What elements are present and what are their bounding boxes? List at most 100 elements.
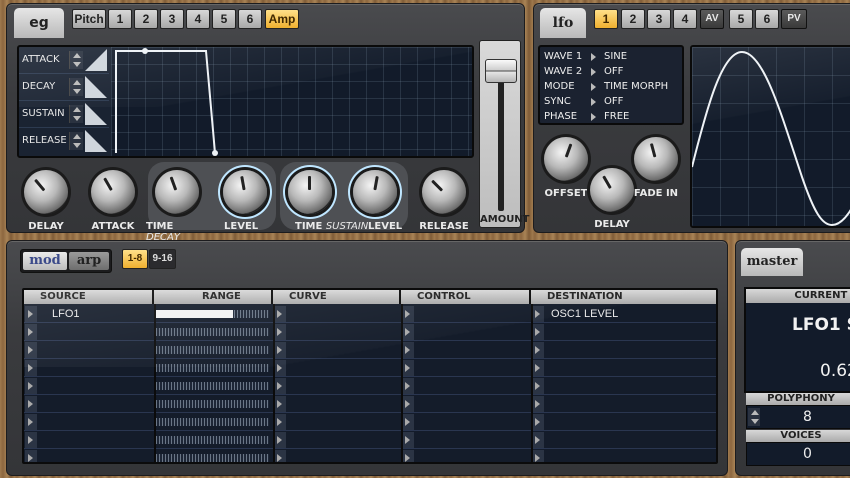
chevron-right-icon[interactable]	[532, 450, 544, 462]
chevron-right-icon[interactable]	[589, 66, 599, 78]
lfo-param-wave-1[interactable]: WAVE 1 SINE	[542, 50, 684, 64]
chevron-right-icon[interactable]	[274, 414, 286, 430]
release-knob[interactable]: RELEASE	[415, 166, 473, 236]
eg-target-button-5[interactable]: 5	[212, 9, 236, 29]
chevron-right-icon[interactable]	[274, 360, 286, 376]
range-slider[interactable]	[156, 364, 269, 372]
chevron-right-icon[interactable]	[402, 360, 414, 376]
chevron-right-icon[interactable]	[274, 450, 286, 462]
sustain-level-knob[interactable]: LEVEL	[346, 166, 404, 236]
range-slider[interactable]	[156, 454, 269, 462]
updown-arrow-icon[interactable]	[69, 51, 83, 69]
lfo-select-button-4[interactable]: 4	[673, 9, 697, 29]
chevron-right-icon[interactable]	[274, 378, 286, 394]
eg-target-button-2[interactable]: 2	[134, 9, 158, 29]
eg-row-attack[interactable]: ATTACK	[19, 47, 109, 74]
lfo-select-button-5[interactable]: 5	[729, 9, 753, 29]
updown-arrow-icon[interactable]	[748, 408, 760, 426]
eg-target-button-1[interactable]: 1	[108, 9, 132, 29]
lfo-select-button-3[interactable]: 3	[647, 9, 671, 29]
chevron-right-icon[interactable]	[402, 396, 414, 412]
updown-arrow-icon[interactable]	[69, 78, 83, 96]
polyphony-field[interactable]: 8	[746, 405, 850, 429]
lfo-param-sync[interactable]: SYNC OFF	[542, 95, 684, 109]
chevron-right-icon[interactable]	[402, 432, 414, 448]
chevron-right-icon[interactable]	[532, 396, 544, 412]
range-slider[interactable]	[156, 346, 269, 354]
range-slider[interactable]	[156, 382, 269, 390]
chevron-right-icon[interactable]	[274, 432, 286, 448]
range-slider[interactable]	[156, 400, 269, 408]
lfo-select-button-2[interactable]: 2	[621, 9, 645, 29]
chevron-right-icon[interactable]	[25, 360, 37, 376]
chevron-right-icon[interactable]	[25, 432, 37, 448]
chevron-right-icon[interactable]	[532, 324, 544, 340]
eg-target-button-6[interactable]: 6	[238, 9, 262, 29]
eg-row-release[interactable]: RELEASE	[19, 128, 109, 155]
eg-target-button-amp[interactable]: Amp	[265, 9, 299, 29]
eg-row-decay[interactable]: DECAY	[19, 74, 109, 101]
chevron-right-icon[interactable]	[532, 378, 544, 394]
chevron-right-icon[interactable]	[274, 396, 286, 412]
chevron-right-icon[interactable]	[25, 414, 37, 430]
lfo-select-button-1[interactable]: 1	[594, 9, 618, 29]
range-9-16-button[interactable]: 9-16	[149, 249, 176, 269]
updown-arrow-icon[interactable]	[69, 105, 83, 123]
chevron-right-icon[interactable]	[589, 96, 599, 108]
eg-target-button-pitch[interactable]: Pitch	[72, 9, 106, 29]
chevron-right-icon[interactable]	[589, 51, 599, 63]
chevron-right-icon[interactable]	[25, 342, 37, 358]
lfo-param-wave-2[interactable]: WAVE 2 OFF	[542, 65, 684, 79]
attack-knob[interactable]: ATTACK	[84, 166, 142, 236]
chevron-right-icon[interactable]	[274, 324, 286, 340]
lfo-fade-in-knob[interactable]: FADE IN	[627, 133, 685, 203]
eg-target-button-4[interactable]: 4	[186, 9, 210, 29]
chevron-right-icon[interactable]	[402, 306, 414, 322]
lfo-select-button-av[interactable]: AV	[700, 9, 724, 29]
eg-tab[interactable]: eg	[14, 8, 64, 38]
amount-slider-track[interactable]: AMOUNT	[479, 40, 530, 228]
chevron-right-icon[interactable]	[274, 306, 286, 322]
chevron-right-icon[interactable]	[402, 324, 414, 340]
chevron-right-icon[interactable]	[402, 342, 414, 358]
chevron-right-icon[interactable]	[25, 378, 37, 394]
chevron-right-icon[interactable]	[589, 81, 599, 93]
amount-slider-handle[interactable]	[485, 59, 517, 83]
range-slider[interactable]	[156, 436, 269, 444]
tab-mod[interactable]: mod	[23, 252, 67, 270]
chevron-right-icon[interactable]	[532, 342, 544, 358]
destination-cell[interactable]: OSC1 LEVEL	[551, 308, 618, 320]
chevron-right-icon[interactable]	[532, 432, 544, 448]
delay-knob[interactable]: DELAY	[17, 166, 75, 236]
sustain-time-knob[interactable]: TIME SUSTAIN	[281, 166, 368, 236]
chevron-right-icon[interactable]	[402, 450, 414, 462]
range-1-8-button[interactable]: 1-8	[122, 249, 148, 269]
chevron-right-icon[interactable]	[274, 342, 286, 358]
range-slider[interactable]	[156, 310, 269, 318]
chevron-right-icon[interactable]	[25, 306, 37, 322]
chevron-right-icon[interactable]	[589, 111, 599, 123]
chevron-right-icon[interactable]	[25, 396, 37, 412]
lfo-tab[interactable]: lfo	[540, 8, 586, 38]
master-tab[interactable]: master	[741, 248, 803, 276]
lfo-param-phase[interactable]: PHASE FREE	[542, 110, 684, 124]
chevron-right-icon[interactable]	[25, 450, 37, 462]
chevron-right-icon[interactable]	[402, 414, 414, 430]
source-cell[interactable]: LFO1	[52, 308, 80, 320]
lfo-select-button-6[interactable]: 6	[755, 9, 779, 29]
tab-arp[interactable]: arp	[69, 252, 109, 270]
chevron-right-icon[interactable]	[532, 414, 544, 430]
decay-time-knob[interactable]: TIME DECAY	[146, 166, 206, 243]
chevron-right-icon[interactable]	[25, 324, 37, 340]
range-slider[interactable]	[156, 328, 269, 336]
decay-level-knob[interactable]: LEVEL	[216, 166, 274, 236]
chevron-right-icon[interactable]	[532, 360, 544, 376]
range-slider[interactable]	[156, 418, 269, 426]
chevron-right-icon[interactable]	[532, 306, 544, 322]
eg-row-sustain[interactable]: SUSTAIN	[19, 101, 109, 128]
updown-arrow-icon[interactable]	[69, 132, 83, 150]
chevron-right-icon[interactable]	[402, 378, 414, 394]
lfo-select-button-pv[interactable]: PV	[781, 9, 807, 29]
eg-target-button-3[interactable]: 3	[160, 9, 184, 29]
envelope-curve[interactable]	[111, 47, 474, 156]
